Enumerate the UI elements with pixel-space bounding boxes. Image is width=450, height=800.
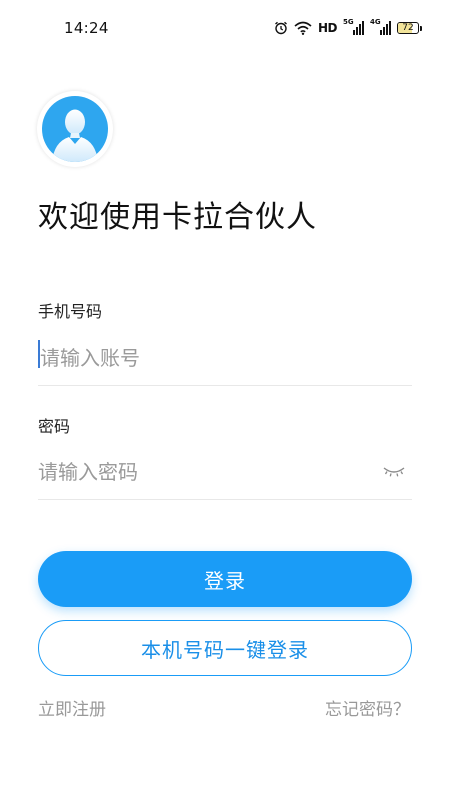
password-input[interactable] <box>38 444 412 499</box>
welcome-title: 欢迎使用卡拉合伙人 <box>38 200 317 235</box>
forgot-password-link[interactable]: 忘记密码？ <box>325 695 410 720</box>
battery-level: 72 <box>402 23 414 33</box>
status-bar: 14:24 HD 5G 4G 72 <box>0 0 450 56</box>
signal-5g-icon: 5G <box>343 18 364 35</box>
alarm-icon <box>274 19 288 37</box>
sim1-network-label: 5G <box>343 18 354 26</box>
eye-closed-icon[interactable] <box>382 462 406 480</box>
signal-4g-icon: 4G <box>370 18 391 35</box>
battery-icon: 72 <box>397 22 422 34</box>
status-icons: HD 5G 4G 72 <box>274 18 422 37</box>
phone-row <box>38 330 412 386</box>
password-row <box>38 444 412 500</box>
password-label: 密码 <box>38 417 71 436</box>
hd-icon: HD <box>317 21 338 35</box>
sim2-network-label: 4G <box>370 18 381 26</box>
text-cursor <box>38 340 40 368</box>
one-key-login-button[interactable]: 本机号码一键登录 <box>38 620 412 676</box>
phone-input[interactable] <box>38 330 412 385</box>
login-button[interactable]: 登录 <box>38 551 412 607</box>
wifi-icon <box>294 19 312 37</box>
status-time: 14:24 <box>64 19 109 37</box>
user-avatar-icon <box>42 96 108 162</box>
avatar <box>37 91 113 167</box>
phone-label: 手机号码 <box>38 302 103 321</box>
register-link[interactable]: 立即注册 <box>38 695 106 720</box>
